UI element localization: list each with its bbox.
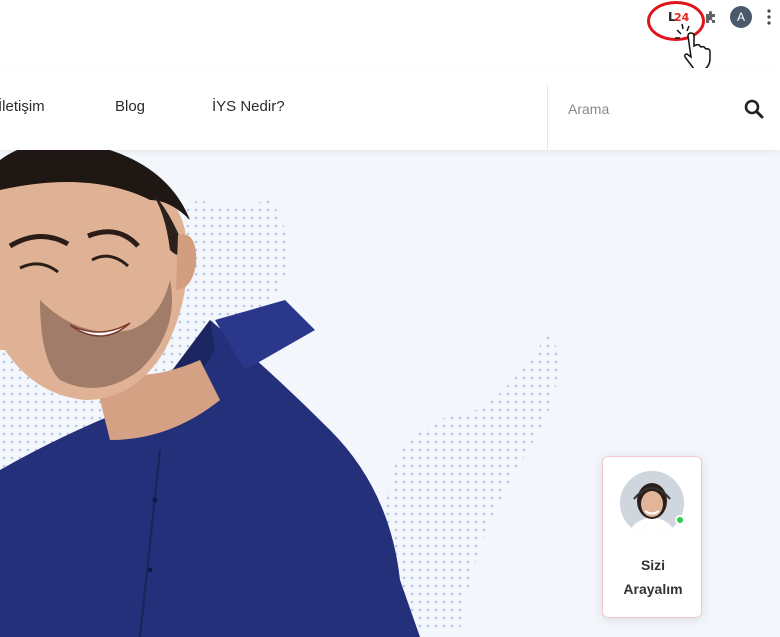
profile-avatar[interactable]: A	[730, 6, 752, 28]
search-box	[547, 85, 780, 149]
call-me-line2: Arayalım	[623, 581, 683, 597]
call-me-label: Sizi Arayalım	[603, 553, 703, 601]
agent-photo-image	[620, 471, 684, 535]
nav-item-blog[interactable]: Blog	[115, 98, 145, 115]
kebab-menu-icon[interactable]	[766, 8, 772, 26]
browser-toolbar: L 24 A	[0, 0, 780, 70]
site-navbar: İletişim Blog İYS Nedir?	[0, 68, 780, 150]
call-me-line1: Sizi	[640, 557, 666, 573]
online-status-dot	[675, 515, 685, 525]
search-icon[interactable]	[744, 99, 764, 119]
hand-pointer-icon	[675, 23, 711, 70]
call-me-card[interactable]: Sizi Arayalım	[602, 456, 702, 618]
nav-item-iletisim[interactable]: İletişim	[0, 98, 45, 115]
nav-item-iys-nedir[interactable]: İYS Nedir?	[212, 98, 285, 115]
agent-avatar	[620, 471, 684, 535]
search-input[interactable]	[568, 97, 728, 121]
